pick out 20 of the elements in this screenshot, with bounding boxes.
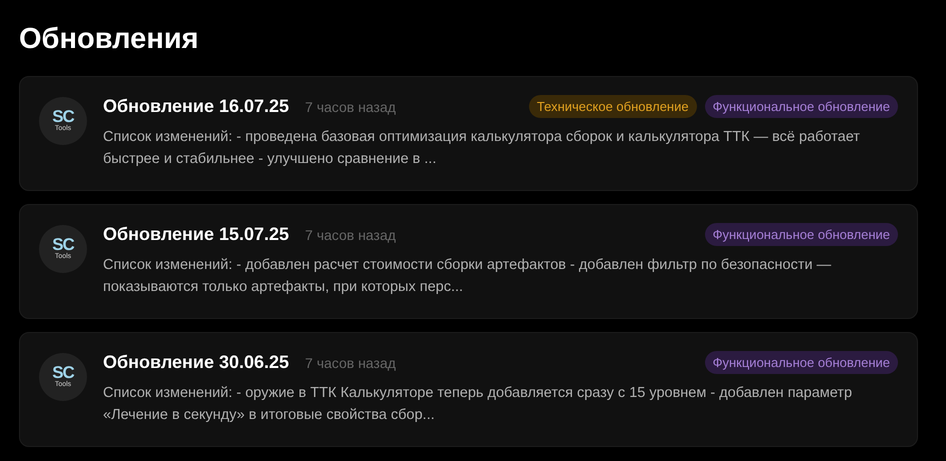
update-summary: Список изменений: - проведена базовая оптимизация калькулятора сборок и калькулятора ТТК — всё работает быстрее и стабильнее - улучшено сравнение в ...: [103, 128, 861, 169]
page-title: Обновления: [19, 22, 200, 57]
update-time: 7 часов назад: [305, 226, 396, 242]
update-title: Обновление 15.07.25: [103, 224, 290, 245]
category-tag: Техническое обновление: [528, 95, 697, 118]
update-time: 7 часов назад: [305, 354, 396, 370]
logo-text: SC: [52, 365, 74, 381]
update-summary: Список изменений: - оружие в ТТК Калькуляторе теперь добавляется сразу с 15 уровнем - добавлен параметр «Лечение в секунду» в итоговые свойства сбор...: [103, 384, 854, 425]
logo-text: SC: [52, 109, 74, 125]
update-time: 7 часов назад: [305, 98, 396, 114]
category-tag: Функциональное обновление: [704, 223, 898, 246]
update-card[interactable]: [19, 332, 918, 447]
logo-text: SC: [52, 237, 74, 253]
update-title: Обновление 30.06.25: [103, 352, 290, 373]
category-tag: Функциональное обновление: [704, 351, 898, 374]
category-tag: Функциональное обновление: [704, 95, 898, 118]
update-card[interactable]: [19, 76, 918, 191]
update-title: Обновление 16.07.25: [103, 96, 290, 117]
update-card[interactable]: [19, 204, 918, 319]
update-summary: Список изменений: - добавлен расчет стоимости сборки артефактов - добавлен фильтр по безопасности — показываются только артефакты, при которых перс...: [103, 256, 832, 297]
